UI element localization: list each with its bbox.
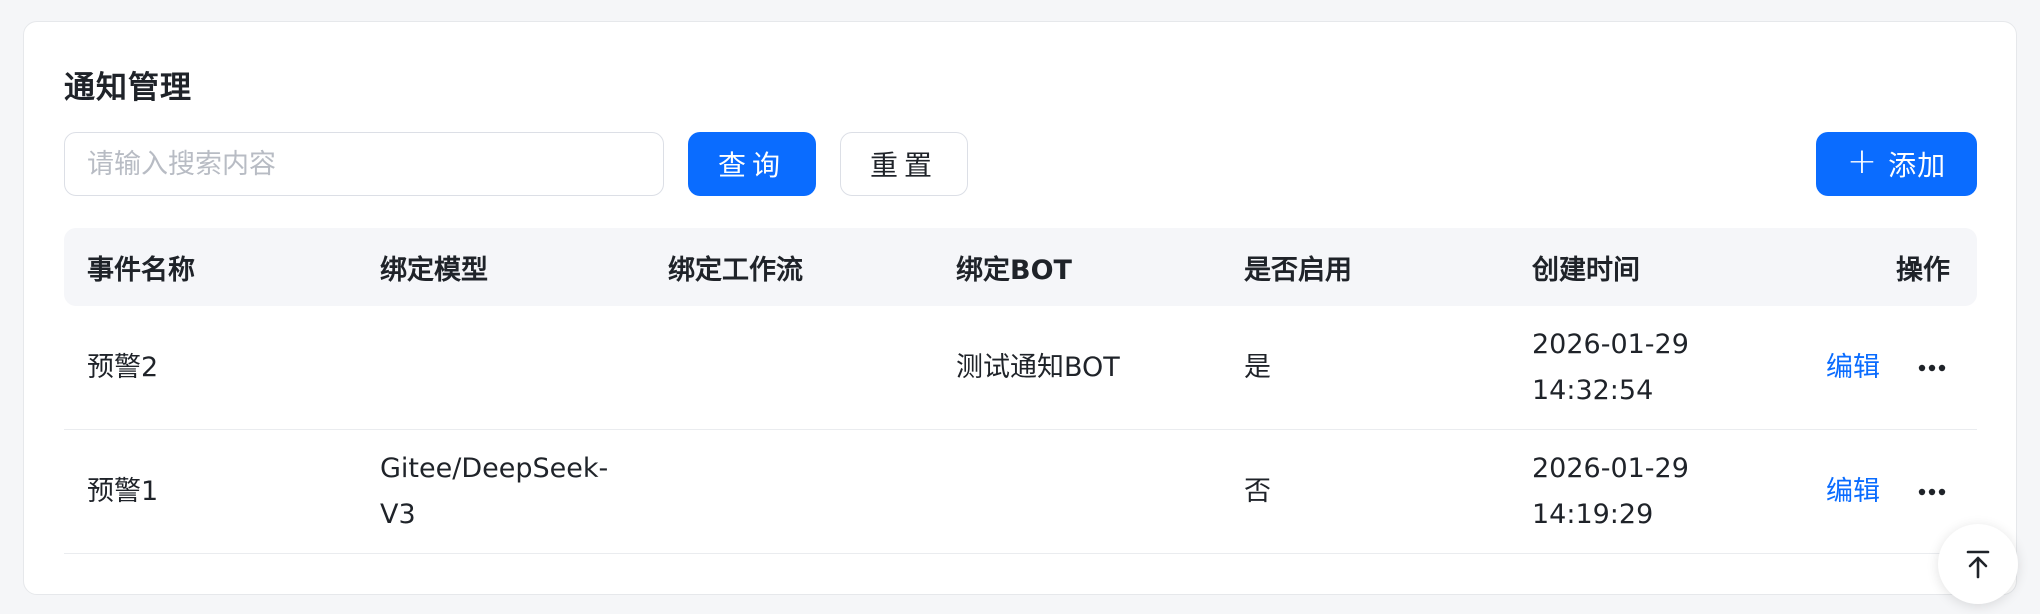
model-line-2: V3 <box>380 499 416 530</box>
search-input[interactable] <box>64 132 664 196</box>
cell-enabled: 否 <box>1244 476 1271 507</box>
back-to-top-button[interactable] <box>1938 524 2018 604</box>
arrow-up-to-line-icon <box>1964 549 1992 579</box>
cell-created-time: 2026-01-29 14:19:29 <box>1532 430 1689 554</box>
add-button[interactable]: + 添加 <box>1816 132 1977 196</box>
column-header-actions: 操作 <box>1896 254 1950 286</box>
column-header-bot: 绑定BOT <box>956 254 1072 286</box>
edit-link[interactable]: 编辑 <box>1826 306 1880 430</box>
created-date: 2026-01-29 <box>1532 453 1689 484</box>
ellipsis-icon[interactable] <box>1918 306 1946 430</box>
reset-button-label: 重置 <box>869 149 938 182</box>
column-header-created-time: 创建时间 <box>1532 254 1640 286</box>
query-button-label: 查询 <box>717 149 786 182</box>
add-button-label: 添加 <box>1888 149 1947 182</box>
query-button[interactable]: 查询 <box>688 132 816 196</box>
cell-event-name: 预警1 <box>87 476 159 507</box>
column-header-model: 绑定模型 <box>380 254 488 286</box>
cell-enabled: 是 <box>1244 352 1271 383</box>
page-title: 通知管理 <box>64 70 192 106</box>
created-time: 14:32:54 <box>1532 375 1654 406</box>
created-time: 14:19:29 <box>1532 499 1654 530</box>
edit-link[interactable]: 编辑 <box>1826 430 1880 554</box>
plus-icon: + <box>1846 141 1879 182</box>
ellipsis-icon[interactable] <box>1918 430 1946 554</box>
column-header-workflow: 绑定工作流 <box>668 254 803 286</box>
cell-bot: 测试通知BOT <box>956 352 1120 383</box>
table-row: 预警2 测试通知BOT 是 2026-01-29 14:32:54 编辑 <box>64 306 1977 430</box>
cell-event-name: 预警2 <box>87 352 159 383</box>
created-date: 2026-01-29 <box>1532 329 1689 360</box>
column-header-event-name: 事件名称 <box>87 254 195 286</box>
reset-button[interactable]: 重置 <box>840 132 968 196</box>
table-row: 预警1 Gitee/DeepSeek- V3 否 2026-01-29 14:1… <box>64 430 1977 554</box>
model-line-1: Gitee/DeepSeek- <box>380 453 609 484</box>
cell-created-time: 2026-01-29 14:32:54 <box>1532 306 1689 430</box>
cell-model: Gitee/DeepSeek- V3 <box>380 430 608 554</box>
table-header: 事件名称 绑定模型 绑定工作流 绑定BOT 是否启用 创建时间 操作 <box>64 228 1977 306</box>
column-header-enabled: 是否启用 <box>1244 254 1352 286</box>
